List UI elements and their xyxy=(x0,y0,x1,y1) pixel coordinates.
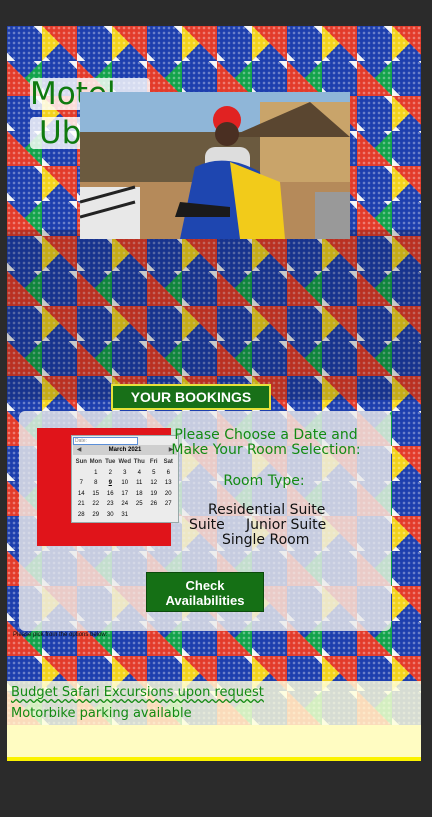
calendar-week-row: 1 2 3 4 5 6 xyxy=(74,468,176,479)
calendar-day[interactable]: 10 xyxy=(118,478,133,489)
check-button-line1: Check xyxy=(185,578,225,593)
calendar-day[interactable]: 13 xyxy=(161,478,176,489)
calendar-weekday-row: Sun Mon Tue Wed Thu Fri Sat xyxy=(74,457,176,468)
calendar-week-row: 14 15 16 17 18 19 20 xyxy=(74,489,176,500)
room-option-suite[interactable]: Suite xyxy=(189,517,225,533)
calendar-day[interactable]: 12 xyxy=(147,478,162,489)
calendar-day[interactable]: 24 xyxy=(118,499,133,510)
room-type-label: Room Type: xyxy=(223,473,305,489)
calendar-day[interactable]: 18 xyxy=(132,489,147,500)
check-button-line2: Availabilities xyxy=(165,593,245,608)
calendar-day[interactable]: 6 xyxy=(161,468,176,479)
weekday-label: Wed xyxy=(118,459,132,465)
calendar-day[interactable]: 17 xyxy=(118,489,133,500)
calendar-day[interactable]: 4 xyxy=(132,468,147,479)
calendar-month-label: March 2021 xyxy=(73,445,177,455)
prompt-line-1: Please Choose a Date and xyxy=(174,427,358,443)
calendar-week-row: 21 22 23 24 25 26 27 xyxy=(74,499,176,510)
calendar-day[interactable]: 22 xyxy=(89,499,104,510)
calendar-day[interactable]: 29 xyxy=(89,510,104,521)
calendar-day[interactable]: 26 xyxy=(147,499,162,510)
calendar-day[interactable]: 23 xyxy=(103,499,118,510)
weekday-label: Fri xyxy=(149,459,158,465)
calendar-day xyxy=(161,510,176,521)
info-line-excursions: Budget Safari Excursions upon request xyxy=(11,685,264,700)
selection-prompt: Please Choose a Date and Make Your Room … xyxy=(168,428,364,458)
bookings-heading: YOUR BOOKINGS xyxy=(111,384,271,410)
calendar-day[interactable]: 28 xyxy=(74,510,89,521)
options-note: Please pick from the options below: xyxy=(13,632,108,638)
room-option-residential-suite[interactable]: Residential Suite xyxy=(208,502,325,518)
calendar-day[interactable]: 1 xyxy=(89,468,104,479)
calendar-day[interactable]: 5 xyxy=(147,468,162,479)
calendar-day[interactable]: 7 xyxy=(74,478,89,489)
calendar-week-row: 7 8 9 10 11 12 13 xyxy=(74,478,176,489)
calendar-day[interactable]: 14 xyxy=(74,489,89,500)
calendar-day[interactable]: 20 xyxy=(161,489,176,500)
room-option-junior-suite[interactable]: Junior Suite xyxy=(246,517,326,533)
weekday-label: Tue xyxy=(105,459,116,465)
calendar-day[interactable]: 25 xyxy=(132,499,147,510)
calendar-week-row: 28 29 30 31 xyxy=(74,510,176,521)
calendar-day[interactable]: 21 xyxy=(74,499,89,510)
calendar-day[interactable]: 11 xyxy=(132,478,147,489)
check-availabilities-button[interactable]: Check Availabilities xyxy=(146,572,264,612)
calendar-grid: Sun Mon Tue Wed Thu Fri Sat 1 2 3 4 5 6 … xyxy=(74,457,176,520)
weekday-label: Mon xyxy=(89,459,102,465)
calendar-day[interactable]: 3 xyxy=(118,468,133,479)
room-option-single-room[interactable]: Single Room xyxy=(222,532,309,548)
calendar-day[interactable]: 16 xyxy=(103,489,118,500)
footer-band xyxy=(7,725,421,757)
background-shade xyxy=(7,230,421,400)
footer-edge xyxy=(7,757,421,761)
calendar-day[interactable]: 30 xyxy=(103,510,118,521)
calendar-day[interactable]: 31 xyxy=(118,510,133,521)
calendar-day xyxy=(74,468,89,479)
calendar-day xyxy=(147,510,162,521)
weekday-label: Thu xyxy=(133,459,145,465)
info-line-parking: Motorbike parking available xyxy=(11,706,192,721)
date-picker[interactable]: Date: March 2021 ◀ ▶ Sun Mon Tue Wed Thu… xyxy=(71,435,179,523)
hero-photo xyxy=(80,92,350,239)
calendar-day[interactable]: 8 xyxy=(89,478,104,489)
weekday-label: Sun xyxy=(75,459,87,465)
calendar-day[interactable]: 2 xyxy=(103,468,118,479)
calendar-day xyxy=(132,510,147,521)
weekday-label: Sat xyxy=(163,459,173,465)
chevron-left-icon[interactable]: ◀ xyxy=(74,445,84,455)
calendar-day[interactable]: 15 xyxy=(89,489,104,500)
date-input[interactable]: Date: xyxy=(73,437,138,445)
calendar-day-today[interactable]: 9 xyxy=(103,478,118,489)
prompt-line-2: Make Your Room Selection: xyxy=(171,442,361,458)
calendar-day[interactable]: 19 xyxy=(147,489,162,500)
calendar-day[interactable]: 27 xyxy=(161,499,176,510)
